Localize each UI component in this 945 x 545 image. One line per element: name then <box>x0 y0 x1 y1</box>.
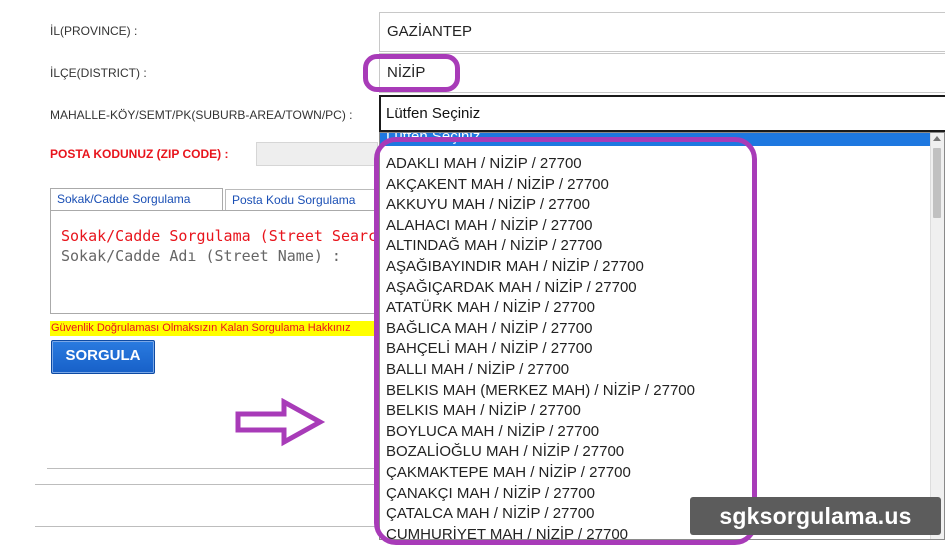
scroll-thumb[interactable] <box>933 148 941 218</box>
province-field[interactable]: GAZİANTEP <box>379 12 945 52</box>
dropdown-option[interactable]: ATATÜRK MAH / NİZİP / 27700 <box>386 298 595 318</box>
district-label: İLÇE(DISTRICT) : <box>50 66 147 80</box>
dropdown-option[interactable]: AŞAĞIÇARDAK MAH / NİZİP / 27700 <box>386 278 637 298</box>
dropdown-option[interactable]: BOZALİOĞLU MAH / NİZİP / 27700 <box>386 442 624 462</box>
security-warning: Güvenlik Doğrulaması Olmaksızın Kalan So… <box>50 321 379 336</box>
dropdown-option[interactable]: AŞAĞIBAYINDIR MAH / NİZİP / 27700 <box>386 257 644 277</box>
dropdown-option[interactable]: ALTINDAĞ MAH / NİZİP / 27700 <box>386 236 602 256</box>
street-name-label: Sokak/Cadde Adı (Street Name) : <box>61 247 341 265</box>
divider <box>35 526 380 527</box>
dropdown-option[interactable]: ÇATALCA MAH / NİZİP / 27700 <box>386 504 594 524</box>
arrow-right-icon <box>235 398 326 447</box>
watermark: sgksorgulama.us <box>690 497 941 535</box>
scroll-up-icon[interactable] <box>933 136 941 141</box>
dropdown-option[interactable]: ÇAKMAKTEPE MAH / NİZİP / 27700 <box>386 463 631 483</box>
tab-street-search[interactable]: Sokak/Cadde Sorgulama <box>50 188 223 211</box>
dropdown-option-placeholder[interactable]: Lütfen Seçiniz <box>380 133 930 146</box>
dropdown-option[interactable]: BALLI MAH / NİZİP / 27700 <box>386 360 569 380</box>
suburb-dropdown-list[interactable]: Lütfen Seçiniz ADAKLI MAH / NİZİP / 2770… <box>379 132 945 540</box>
divider <box>47 468 382 469</box>
dropdown-option[interactable]: BELKIS MAH / NİZİP / 27700 <box>386 401 581 421</box>
zip-code-label: POSTA KODUNUZ (ZIP CODE) : <box>50 147 229 161</box>
dropdown-option[interactable]: CUMHURİYET MAH / NİZİP / 27700 <box>386 525 628 539</box>
suburb-select[interactable]: Lütfen Seçiniz <box>379 95 945 132</box>
dropdown-option[interactable]: ÇANAKÇI MAH / NİZİP / 27700 <box>386 484 595 504</box>
dropdown-scrollbar[interactable] <box>930 133 944 539</box>
dropdown-option[interactable]: ADAKLI MAH / NİZİP / 27700 <box>386 154 582 174</box>
dropdown-option[interactable]: BAHÇELİ MAH / NİZİP / 27700 <box>386 339 592 359</box>
tab-postcode-search[interactable]: Posta Kodu Sorgulama <box>225 189 377 211</box>
dropdown-option[interactable]: AKKUYU MAH / NİZİP / 27700 <box>386 195 590 215</box>
province-label: İL(PROVINCE) : <box>50 24 138 38</box>
dropdown-option[interactable]: ALAHACI MAH / NİZİP / 27700 <box>386 216 592 236</box>
sorgula-button[interactable]: SORGULA <box>51 340 155 374</box>
zip-code-field <box>256 142 378 166</box>
street-search-panel: Sokak/Cadde Sorgulama (Street Search) So… <box>50 210 395 314</box>
dropdown-option[interactable]: BELKIS MAH (MERKEZ MAH) / NİZİP / 27700 <box>386 381 695 401</box>
suburb-label: MAHALLE-KÖY/SEMT/PK(SUBURB-AREA/TOWN/PC)… <box>50 108 353 122</box>
divider <box>35 484 380 485</box>
district-field[interactable]: NİZİP <box>379 53 945 93</box>
dropdown-option[interactable]: BAĞLICA MAH / NİZİP / 27700 <box>386 319 592 339</box>
panel-heading: Sokak/Cadde Sorgulama (Street Search) <box>61 227 396 245</box>
dropdown-option[interactable]: BOYLUCA MAH / NİZİP / 27700 <box>386 422 599 442</box>
dropdown-option[interactable]: AKÇAKENT MAH / NİZİP / 27700 <box>386 175 609 195</box>
